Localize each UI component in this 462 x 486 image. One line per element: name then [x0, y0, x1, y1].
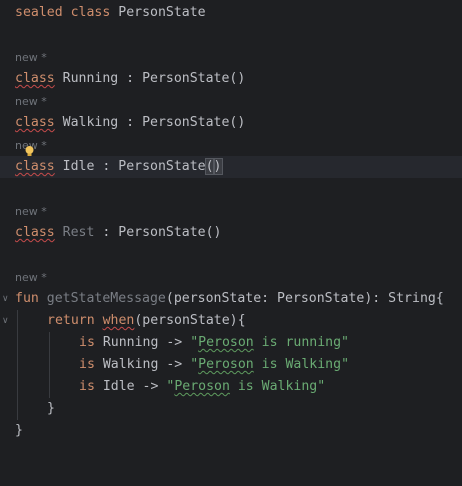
string-word: Walking: [285, 357, 342, 372]
keyword-class: class: [15, 71, 55, 86]
code-editor[interactable]: sealed class PersonState new * class Run…: [0, 0, 462, 445]
codevision-hint-running[interactable]: new *: [15, 50, 47, 66]
keyword-class: class: [15, 159, 55, 174]
code-line-sealed-class[interactable]: sealed class PersonState: [0, 2, 462, 24]
code-line-close-fun[interactable]: }: [0, 420, 462, 442]
keyword-when: when: [102, 313, 135, 328]
keyword-class: class: [15, 115, 55, 130]
code-line-fun[interactable]: fun getStateMessage(personState: PersonS…: [0, 288, 462, 310]
keyword-class: class: [70, 5, 111, 20]
codevision-hint-rest[interactable]: new *: [15, 204, 47, 220]
keyword-is: is: [79, 357, 95, 372]
code-line-running[interactable]: class Running : PersonState(): [0, 68, 462, 90]
codevision-hint-fun[interactable]: new *: [15, 270, 47, 286]
keyword-return: return: [47, 313, 95, 328]
parent-type[interactable]: PersonState(): [118, 225, 221, 240]
code-line-idle[interactable]: class Idle : PersonState(): [0, 156, 462, 178]
string-tail: is running": [253, 335, 349, 350]
arrow: ->: [158, 357, 191, 372]
colon-separator: :: [118, 71, 143, 86]
typo-word[interactable]: Peroson: [174, 379, 230, 394]
typo-word[interactable]: Peroson: [198, 335, 254, 350]
typo-word[interactable]: Peroson: [198, 357, 254, 372]
colon-separator: :: [94, 225, 119, 240]
branch-type[interactable]: Idle: [103, 379, 135, 394]
when-subject: (personState){: [134, 313, 246, 328]
branch-type[interactable]: Walking: [103, 357, 159, 372]
paren-match-open: (: [204, 158, 215, 175]
function-name[interactable]: getStateMessage: [47, 291, 166, 306]
keyword-sealed: sealed: [15, 5, 63, 20]
keyword-is: is: [79, 335, 95, 350]
arrow: ->: [158, 335, 191, 350]
closing-brace: }: [47, 401, 55, 416]
class-name-personstate[interactable]: PersonState: [118, 5, 205, 20]
code-line-rest[interactable]: class Rest : PersonState(): [0, 222, 462, 244]
quote: ": [190, 357, 199, 372]
code-line-return[interactable]: return when(personState){: [0, 310, 462, 332]
code-line-branch-running[interactable]: is Running -> "Peroson is running": [0, 332, 462, 354]
colon-separator: :: [94, 159, 119, 174]
string-tail: is: [229, 379, 262, 394]
quote: ": [190, 335, 199, 350]
quote: ": [317, 379, 326, 394]
code-line-branch-walking[interactable]: is Walking -> "Peroson is Walking": [0, 354, 462, 376]
parent-type[interactable]: PersonState(): [142, 71, 245, 86]
quote: ": [341, 357, 350, 372]
codevision-hint-walking[interactable]: new *: [15, 94, 47, 110]
string-tail: is: [253, 357, 286, 372]
class-name-walking[interactable]: Walking: [63, 115, 119, 130]
function-signature: (personState: PersonState): String{: [165, 291, 444, 306]
keyword-fun: fun: [15, 291, 39, 306]
keyword-is: is: [79, 379, 95, 394]
code-line-branch-idle[interactable]: is Idle -> "Peroson is Walking": [0, 376, 462, 398]
class-name-rest[interactable]: Rest: [63, 225, 95, 240]
arrow: ->: [134, 379, 167, 394]
colon-separator: :: [118, 115, 143, 130]
code-line-walking[interactable]: class Walking : PersonState(): [0, 112, 462, 134]
string-word: Walking: [261, 379, 318, 394]
parent-type[interactable]: PersonState: [118, 159, 205, 174]
code-line-close-when[interactable]: }: [0, 398, 462, 420]
branch-type[interactable]: Running: [103, 335, 159, 350]
class-name-idle[interactable]: Idle: [63, 159, 95, 174]
parent-type[interactable]: PersonState(): [142, 115, 245, 130]
paren-match-close: ): [212, 158, 223, 175]
keyword-class: class: [15, 225, 55, 240]
closing-brace: }: [15, 423, 23, 438]
class-name-running[interactable]: Running: [63, 71, 119, 86]
